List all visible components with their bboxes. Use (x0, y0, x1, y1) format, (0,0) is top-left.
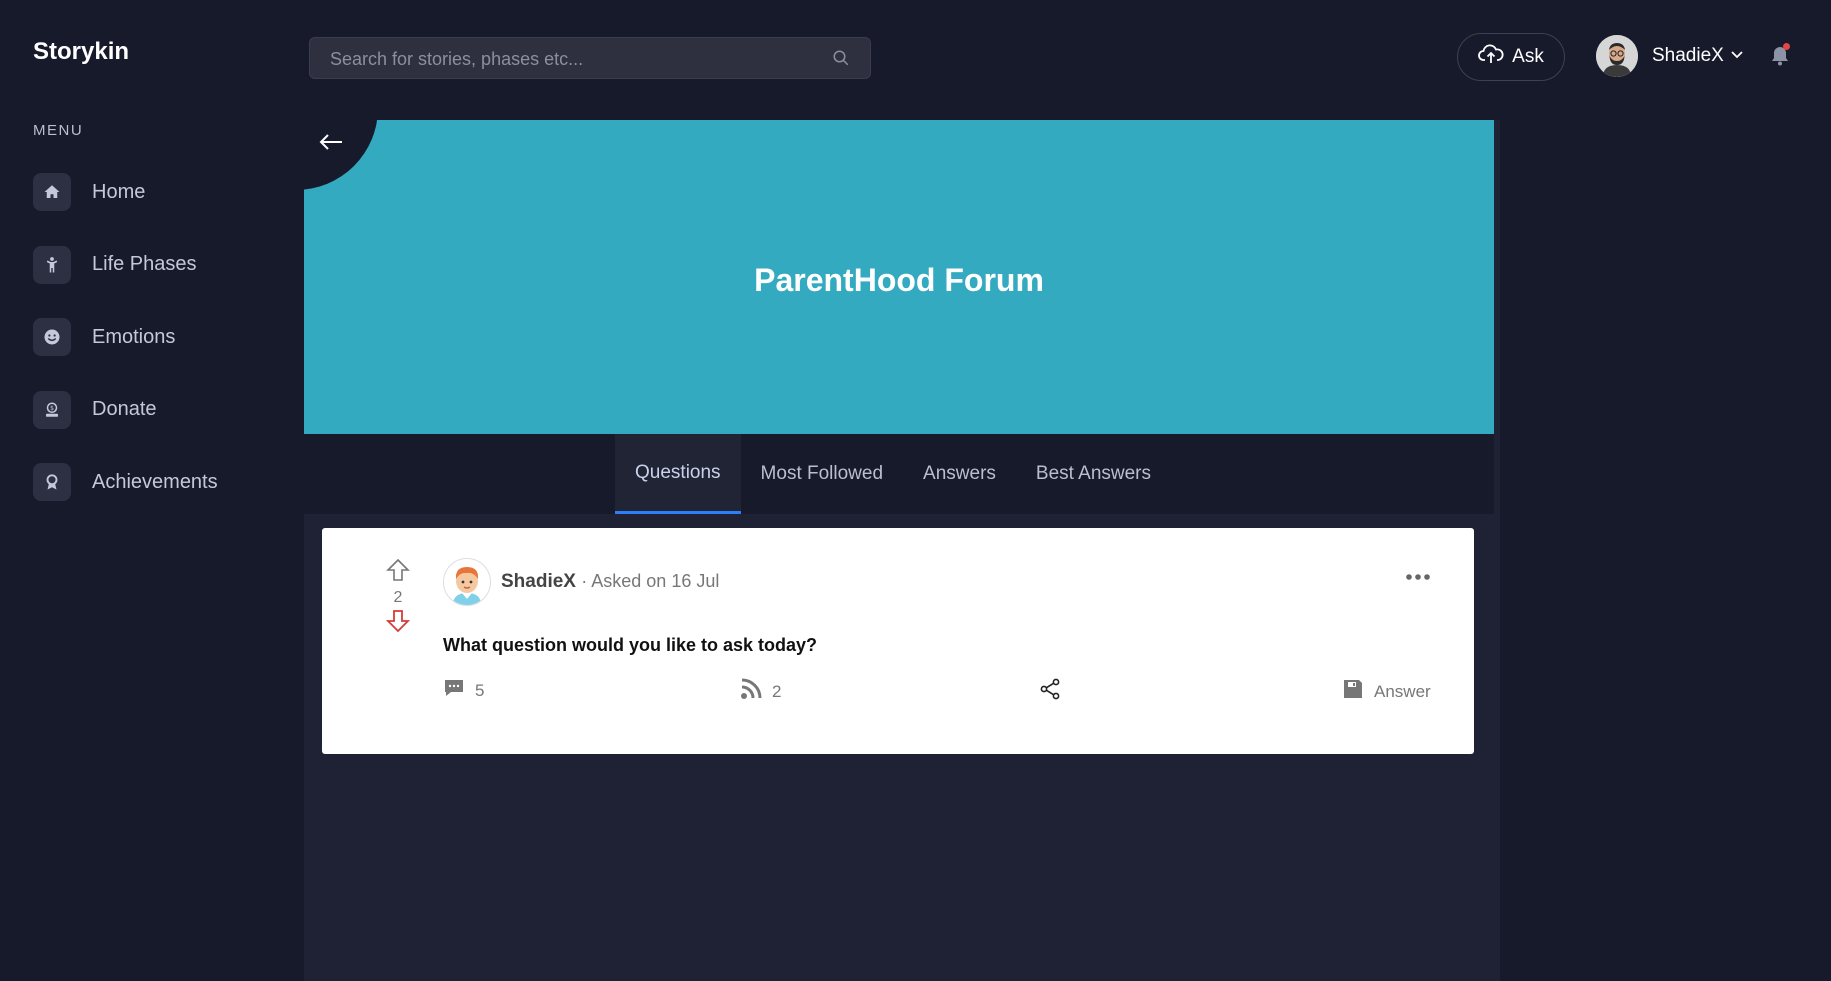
upvote-icon[interactable] (386, 558, 410, 587)
sidebar-item-label: Donate (92, 398, 157, 420)
sidebar-item-life-phases[interactable]: Life Phases (33, 245, 293, 285)
cloud-upload-icon (1478, 44, 1504, 70)
sidebar-item-label: Achievements (92, 470, 218, 493)
downvote-icon[interactable] (385, 609, 411, 638)
avatar (1596, 35, 1638, 77)
tab-best-answers[interactable]: Best Answers (1016, 434, 1171, 514)
sidebar-item-achievements[interactable]: Achievements (33, 462, 293, 502)
user-name: ShadieX (1652, 45, 1724, 66)
bell-icon (1770, 47, 1790, 71)
svg-text:$: $ (50, 405, 54, 412)
home-icon (33, 173, 71, 211)
sidebar-item-label: Life Phases (92, 253, 197, 275)
sidebar-item-label: Home (92, 180, 146, 203)
search-input[interactable] (328, 38, 812, 80)
forum-tabs-bar: Questions Most Followed Answers Best Ans… (304, 434, 1494, 514)
ask-button-label: Ask (1512, 46, 1544, 67)
person-icon (33, 245, 71, 284)
forum-banner: ParentHood Forum (304, 120, 1494, 434)
user-menu[interactable]: ShadieX (1596, 35, 1744, 77)
more-options-icon[interactable] (1405, 568, 1431, 586)
app-logo[interactable]: Storykin (33, 38, 129, 66)
question-author[interactable]: ShadieX (501, 571, 576, 592)
sidebar-item-emotions[interactable]: Emotions (33, 317, 293, 357)
share-icon (1039, 678, 1061, 705)
menu-title: MENU (33, 122, 84, 139)
arrow-left-icon (319, 134, 342, 150)
vote-control: 2 (383, 558, 413, 638)
main-panel: ParentHood Forum Questions Most Followed… (296, 108, 1500, 981)
follow-button[interactable]: 2 (740, 678, 781, 705)
ask-button[interactable]: Ask (1457, 33, 1565, 81)
comment-icon (443, 678, 465, 703)
donate-icon: $ (33, 390, 71, 429)
share-button[interactable] (1039, 678, 1061, 705)
award-icon (33, 463, 71, 501)
smiley-icon (33, 318, 71, 356)
question-card: 2 ShadieX · Asked on 16 Jul What questio… (322, 528, 1474, 754)
comments-button[interactable]: 5 (443, 678, 484, 703)
forum-tabs: Questions Most Followed Answers Best Ans… (615, 434, 1171, 514)
answer-button[interactable]: Answer (1342, 678, 1431, 705)
tab-most-followed[interactable]: Most Followed (741, 434, 904, 514)
save-icon (1342, 678, 1364, 705)
search-icon[interactable] (832, 49, 850, 72)
question-meta: ShadieX · Asked on 16 Jul (501, 571, 719, 593)
author-avatar[interactable] (443, 558, 491, 606)
sidebar-item-home[interactable]: Home (33, 172, 293, 212)
notification-bell[interactable] (1770, 43, 1790, 72)
question-date: · Asked on 16 Jul (581, 571, 720, 591)
forum-title: ParentHood Forum (754, 262, 1044, 298)
comments-count: 5 (475, 680, 485, 700)
sidebar-item-donate[interactable]: $ Donate (33, 390, 293, 430)
question-title[interactable]: What question would you like to ask toda… (443, 635, 817, 656)
vote-count: 2 (393, 589, 403, 606)
sidebar-nav: Home Life Phases Emotions $ Donate Achie… (33, 172, 293, 535)
search-bar (309, 37, 871, 80)
tab-answers[interactable]: Answers (903, 434, 1016, 514)
chevron-down-icon (1730, 47, 1744, 65)
tab-questions[interactable]: Questions (615, 434, 741, 514)
notification-dot (1783, 43, 1790, 50)
followers-count: 2 (772, 681, 782, 701)
answer-label: Answer (1374, 681, 1431, 701)
rss-icon (740, 678, 762, 705)
sidebar-item-label: Emotions (92, 325, 176, 348)
